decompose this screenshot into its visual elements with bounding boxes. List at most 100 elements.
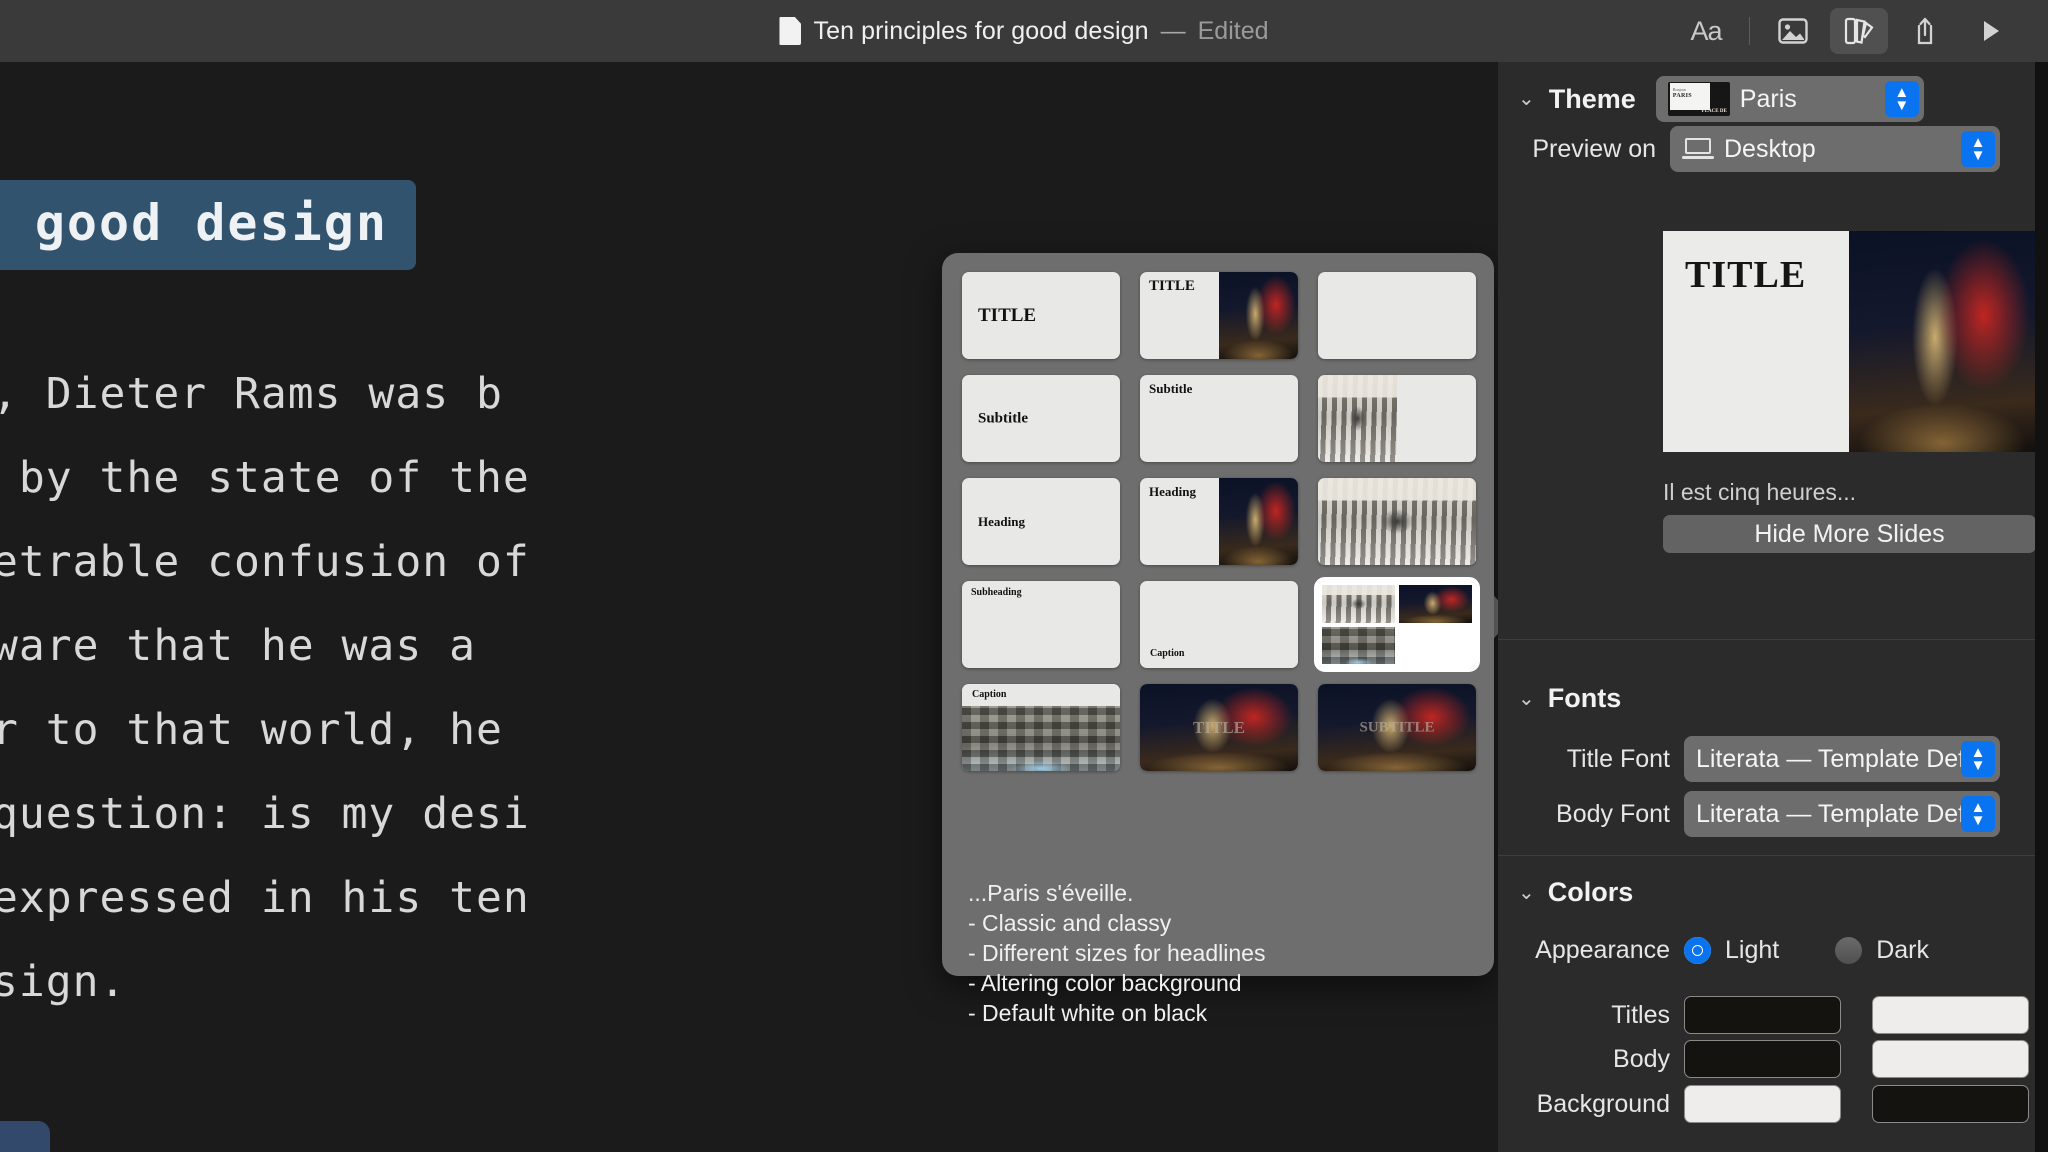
body-color-swatch-secondary[interactable]: [1872, 1040, 2029, 1078]
layout-subtitle-over-photo[interactable]: SUBTITLE: [1318, 684, 1476, 771]
background-color-swatch-primary[interactable]: [1684, 1085, 1841, 1123]
layout-label: Subtitle: [978, 410, 1029, 426]
title-font-label: Title Font: [1566, 744, 1670, 773]
body-color-swatch-primary[interactable]: [1684, 1040, 1841, 1078]
layout-two-photo[interactable]: [1318, 375, 1476, 462]
document-title[interactable]: Ten principles for good design: [813, 17, 1148, 46]
preview-on-row: Preview on Desktop ▲ ▼: [1498, 126, 2035, 172]
theme-row: ⌄ Theme Bonjour PARIS PLACE DE Paris ▲ ▼: [1498, 76, 2035, 122]
preview-on-label: Preview on: [1532, 134, 1656, 163]
slide-title-textbox[interactable]: les for good design: [0, 180, 416, 270]
appearance-light-label[interactable]: Light: [1725, 936, 1779, 965]
layout-subheading-plain[interactable]: Subheading: [962, 581, 1120, 668]
layout-heading-photo[interactable]: Heading: [1140, 478, 1298, 565]
titles-color-swatch-secondary[interactable]: [1872, 996, 2029, 1034]
window-right-edge: [2035, 62, 2048, 1152]
body-font-stepper-icon[interactable]: ▲ ▼: [1961, 796, 1995, 832]
format-text-icon: Aa: [1690, 15, 1722, 46]
title-separator: —: [1160, 16, 1186, 45]
fonts-section-header: ⌄ Fonts: [1498, 683, 2035, 714]
layout-photo: [1219, 375, 1298, 462]
layout-label: SUBTITLE: [1359, 719, 1435, 735]
image-icon: [1778, 18, 1808, 44]
chevron-down-icon[interactable]: ⌄: [1518, 89, 1535, 109]
theme-description: ...Paris s'éveille. - Classic and classy…: [968, 880, 1266, 1026]
layout-photo: [962, 706, 1120, 771]
appearance-label: Appearance: [1535, 936, 1670, 964]
preview-on-stepper-icon[interactable]: ▲ ▼: [1961, 131, 1995, 167]
toolbar-buttons: Aa: [1677, 0, 2020, 62]
layout-photo-right: [1397, 375, 1476, 462]
layout-heading-plain[interactable]: Heading: [962, 478, 1120, 565]
theme-thumb-sub: Bonjour: [1672, 87, 1686, 92]
title-font-value: Literata — Template Def…: [1696, 744, 1991, 773]
body-color-label: Body: [1613, 1044, 1670, 1073]
appearance-light-radio[interactable]: [1684, 937, 1711, 964]
layout-photo-left: [1318, 375, 1397, 462]
theme-thumb-title: PARIS: [1672, 93, 1692, 99]
layout-photo-caption[interactable]: Caption: [1140, 581, 1298, 668]
layout-label: Caption: [972, 689, 1007, 700]
layout-caption-photo[interactable]: Caption: [962, 684, 1120, 771]
layout-label: Heading: [1149, 484, 1196, 499]
body-color-row: Body: [1498, 1040, 2035, 1078]
format-text-button[interactable]: Aa: [1677, 8, 1735, 54]
title-bar: Ten principles for good design — Edited …: [0, 0, 2048, 62]
media-button[interactable]: [1764, 8, 1822, 54]
background-color-row: Background: [1498, 1085, 2035, 1123]
layout-title-over-photo[interactable]: TITLE: [1140, 684, 1298, 771]
layout-photo-grid: [1318, 581, 1476, 668]
body-font-popup-button[interactable]: Literata — Template Def… ▲ ▼: [1684, 791, 2000, 837]
chevron-down-icon[interactable]: ⌄: [1518, 689, 1535, 709]
layout-photo-quad[interactable]: [1314, 577, 1480, 672]
play-icon: [1984, 21, 1999, 41]
colors-section-header: ⌄ Colors: [1498, 877, 2035, 908]
theme-stepper-icon[interactable]: ▲ ▼: [1884, 81, 1919, 117]
body-font-label: Body Font: [1556, 799, 1670, 828]
appearance-row: Appearance Light Dark: [1498, 936, 2035, 965]
background-color-swatch-secondary[interactable]: [1872, 1085, 2029, 1123]
background-color-label: Background: [1536, 1089, 1670, 1118]
layout-caption-bar: Caption: [962, 684, 1120, 706]
title-font-popup-button[interactable]: Literata — Template Def… ▲ ▼: [1684, 736, 2000, 782]
body-font-row: Body Font Literata — Template Def… ▲ ▼: [1498, 791, 2035, 837]
preview-title: TITLE: [1685, 254, 1807, 296]
sidebar-divider-fonts: [1498, 639, 2035, 640]
slide-layouts-grid: TITLE TITLE Subtitle Subtitle Heading He…: [962, 272, 1480, 771]
layout-photo: [1219, 272, 1298, 359]
theme-preview-caption: Il est cinq heures...: [1663, 479, 1857, 505]
body-font-value: Literata — Template Def…: [1696, 799, 1991, 828]
format-panel-button[interactable]: [1830, 8, 1888, 54]
layout-title-photo[interactable]: TITLE: [1140, 272, 1298, 359]
theme-section-label: Theme: [1548, 83, 1636, 114]
theme-popup-button[interactable]: Bonjour PARIS PLACE DE Paris ▲ ▼: [1655, 76, 1924, 122]
theme-value: Paris: [1739, 84, 1797, 113]
layout-subtitle-photo[interactable]: Subtitle: [1140, 375, 1298, 462]
toolbar-divider: [1749, 17, 1750, 45]
hide-more-slides-button[interactable]: Hide More Slides: [1663, 515, 2036, 553]
layout-subtitle-plain[interactable]: Subtitle: [962, 375, 1120, 462]
slide-accent-shape[interactable]: [0, 1121, 50, 1152]
appearance-dark-label[interactable]: Dark: [1876, 936, 1929, 965]
preview-on-popup-button[interactable]: Desktop ▲ ▼: [1670, 126, 2000, 172]
layout-photo-inset[interactable]: [1318, 478, 1476, 565]
share-button[interactable]: [1896, 8, 1954, 54]
layout-label: TITLE: [978, 304, 1037, 326]
layout-label: TITLE: [1149, 278, 1195, 294]
titles-color-label: Titles: [1611, 1000, 1670, 1029]
layout-photo-full-skull[interactable]: [1318, 272, 1476, 359]
titles-color-row: Titles: [1498, 996, 2035, 1034]
titles-color-swatch-primary[interactable]: [1684, 996, 1841, 1034]
appearance-dark-radio[interactable]: [1835, 937, 1863, 964]
title-font-stepper-icon[interactable]: ▲ ▼: [1961, 741, 1995, 777]
layout-title-plain[interactable]: TITLE: [962, 272, 1120, 359]
theme-preview-slide[interactable]: TITLE: [1663, 231, 2036, 452]
chevron-down-icon[interactable]: ⌄: [1518, 883, 1535, 903]
laptop-icon: [1682, 138, 1714, 160]
play-button[interactable]: [1962, 8, 2020, 54]
preview-text-panel: TITLE: [1663, 231, 1849, 452]
theme-thumbnail: Bonjour PARIS PLACE DE: [1667, 82, 1730, 116]
palette-icon: [1844, 17, 1874, 45]
layout-label: Subtitle: [1149, 381, 1193, 396]
format-sidebar: ⌄ Theme Bonjour PARIS PLACE DE Paris ▲ ▼ …: [1498, 62, 2035, 1152]
